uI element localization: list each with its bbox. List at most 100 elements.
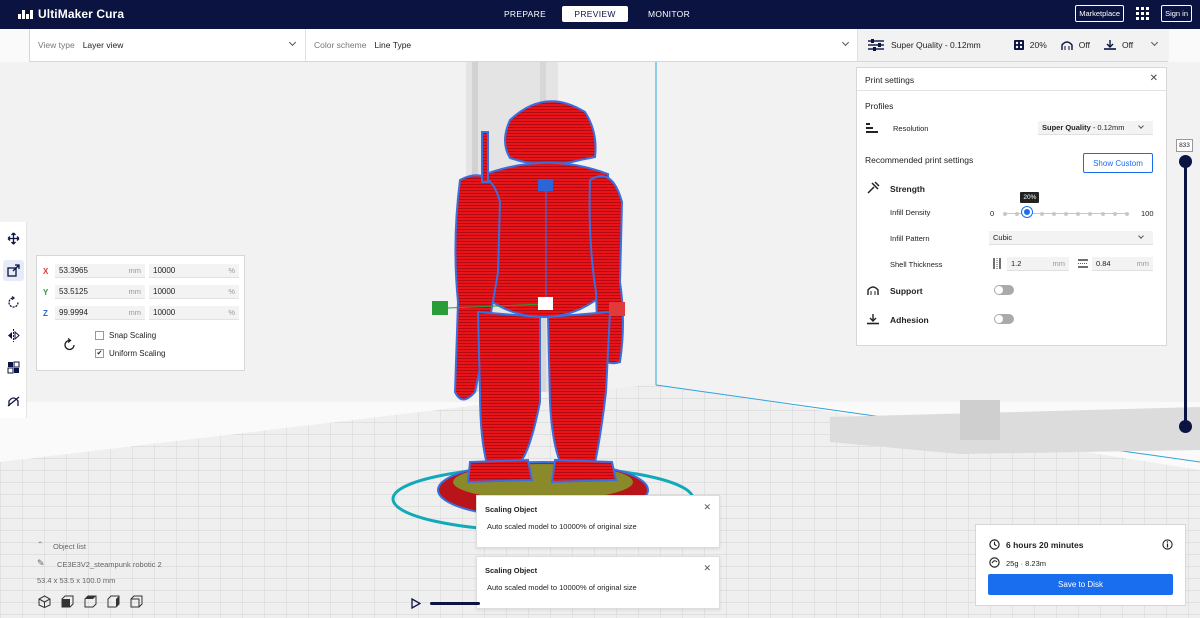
- view-right-icon[interactable]: [130, 595, 143, 608]
- support-label: Support: [890, 286, 923, 296]
- view-type-value: Layer view: [82, 40, 124, 50]
- play-icon[interactable]: [411, 598, 421, 609]
- marketplace-button[interactable]: Marketplace: [1075, 5, 1125, 22]
- view-type-dropdown[interactable]: View type Layer view: [30, 29, 306, 61]
- resolution-icon: [866, 123, 878, 133]
- support-blocker-button[interactable]: [3, 390, 24, 411]
- slider-tick: [1003, 211, 1007, 216]
- mirror-icon: [8, 329, 20, 342]
- tab-prepare[interactable]: PREPARE: [490, 6, 560, 22]
- strength-icon: [867, 181, 880, 194]
- infill-max-label: 100: [1141, 209, 1154, 218]
- view-front-icon[interactable]: [61, 595, 74, 608]
- view-left-icon[interactable]: [107, 595, 120, 608]
- edit-icon[interactable]: ✎: [37, 558, 45, 569]
- infill-pattern-dropdown[interactable]: Cubic: [989, 231, 1153, 245]
- layer-slider-track[interactable]: [1184, 160, 1187, 426]
- x-mm-input[interactable]: 53.3965 mm: [55, 264, 145, 278]
- object-list-toggle[interactable]: Object list: [53, 542, 86, 551]
- infill-pattern-value: Cubic: [993, 233, 1013, 242]
- infill-slider-handle[interactable]: [1022, 207, 1033, 217]
- mirror-tool-button[interactable]: [3, 325, 24, 346]
- layer-slider-bottom-handle[interactable]: [1179, 420, 1192, 433]
- scale-tool-button[interactable]: [3, 260, 24, 281]
- topbar-actions: Marketplace Sign in: [1075, 5, 1192, 22]
- slider-tick: [1088, 211, 1093, 216]
- toast-message: Scaling Object ✕ Auto scaled model to 10…: [476, 556, 720, 609]
- toast-title: Scaling Object: [485, 566, 538, 575]
- layer-slider-top-handle[interactable]: [1179, 155, 1192, 168]
- print-setup-selector[interactable]: Super Quality - 0.12mm 20% Off Off: [858, 29, 1169, 61]
- z-mm-input[interactable]: 99.9994 mm: [55, 306, 145, 320]
- per-model-settings-button[interactable]: [3, 357, 24, 378]
- info-icon[interactable]: [1162, 539, 1173, 550]
- close-icon[interactable]: ✕: [1150, 73, 1158, 84]
- reset-scale-icon[interactable]: [63, 338, 77, 352]
- adhesion-toggle[interactable]: [994, 314, 1014, 324]
- sign-in-button[interactable]: Sign in: [1161, 5, 1192, 22]
- support-toggle[interactable]: [994, 285, 1014, 295]
- uniform-scaling-checkbox[interactable]: ✔ Uniform Scaling: [95, 349, 165, 358]
- support-icon: [1061, 41, 1073, 50]
- close-icon[interactable]: ✕: [703, 563, 711, 574]
- tab-preview[interactable]: PREVIEW: [562, 6, 628, 22]
- view-header-bar: View type Layer view Color scheme Line T…: [29, 29, 1169, 62]
- resolution-label: Resolution: [893, 124, 929, 133]
- z-scale-handle[interactable]: [538, 179, 553, 191]
- resolution-dropdown[interactable]: Super Quality - 0.12mm: [1038, 121, 1153, 135]
- chevron-up-icon[interactable]: ⌃: [37, 540, 43, 549]
- print-settings-title: Print settings: [865, 75, 915, 85]
- divider: [857, 90, 1166, 91]
- top-bar: UltiMaker Cura PREPARE PREVIEW MONITOR M…: [0, 0, 1200, 29]
- slider-tick: [1100, 211, 1105, 216]
- app-name: UltiMaker Cura: [38, 7, 125, 21]
- top-bottom-thickness-input[interactable]: 0.84 mm: [1092, 257, 1153, 271]
- show-custom-button[interactable]: Show Custom: [1083, 153, 1153, 173]
- material-spool-icon: [989, 557, 1000, 568]
- profiles-label: Profiles: [865, 101, 894, 111]
- stage-tabs: PREPARE PREVIEW MONITOR: [490, 6, 708, 22]
- x-scale-handle[interactable]: [609, 302, 625, 316]
- x-percent-input[interactable]: 10000%: [149, 264, 239, 278]
- color-scheme-dropdown[interactable]: Color scheme Line Type: [306, 29, 858, 61]
- z-percent-input[interactable]: 10000%: [149, 306, 239, 320]
- save-to-disk-button[interactable]: Save to Disk: [988, 574, 1173, 595]
- layer-number-input[interactable]: 833: [1176, 139, 1193, 152]
- print-summary-panel: 6 hours 20 minutes 25g · 8.23m Save to D…: [975, 524, 1186, 606]
- uniform-scaling-check[interactable]: ✔: [95, 349, 104, 358]
- print-time: 6 hours 20 minutes: [1006, 540, 1084, 550]
- adhesion-label: Adhesion: [890, 315, 929, 325]
- adhesion-icon: [867, 314, 879, 325]
- move-icon: [7, 232, 20, 245]
- scale-tool-panel: X 53.3965 mm 10000% Y 53.5125 mm 10000% Z …: [36, 255, 245, 371]
- view-top-icon[interactable]: [84, 595, 97, 608]
- slider-tick: [1064, 211, 1068, 216]
- y-mm-input[interactable]: 53.5125 mm: [55, 285, 145, 299]
- infill-density-label: Infill Density: [890, 208, 931, 217]
- slider-tick: [1125, 211, 1129, 216]
- tab-monitor[interactable]: MONITOR: [630, 6, 708, 22]
- object-name: CE3E3V2_steampunk robotic 2: [57, 560, 162, 569]
- y-scale-handle[interactable]: [432, 301, 448, 315]
- profile-summary: Super Quality - 0.12mm: [891, 40, 981, 50]
- apps-grid-icon[interactable]: [1136, 7, 1150, 20]
- view-3d-icon[interactable]: [38, 595, 51, 608]
- wall-thickness-input[interactable]: 1.2 mm: [1007, 257, 1069, 271]
- axis-y-label: Y: [43, 287, 49, 297]
- snap-scaling-checkbox[interactable]: Snap Scaling: [95, 331, 156, 340]
- move-tool-button[interactable]: [3, 228, 24, 249]
- rotate-tool-button[interactable]: [3, 292, 24, 313]
- slider-tick: [1076, 211, 1081, 216]
- close-icon[interactable]: ✕: [703, 502, 711, 513]
- per-model-settings-icon: [7, 361, 20, 374]
- infill-summary: 20%: [1029, 40, 1047, 50]
- support-summary: Off: [1078, 40, 1090, 50]
- object-dimensions: 53.4 x 53.5 x 100.0 mm: [37, 576, 116, 585]
- simulation-timeline[interactable]: [430, 602, 480, 605]
- y-percent-input[interactable]: 10000%: [149, 285, 239, 299]
- print-settings-panel: Print settings ✕ Profiles Resolution Sup…: [856, 67, 1167, 346]
- snap-scaling-check[interactable]: [95, 331, 104, 340]
- uniform-scale-handle[interactable]: [538, 297, 553, 310]
- top-bottom-thickness-icon: [1078, 259, 1088, 268]
- chevron-down-icon: [1150, 38, 1159, 47]
